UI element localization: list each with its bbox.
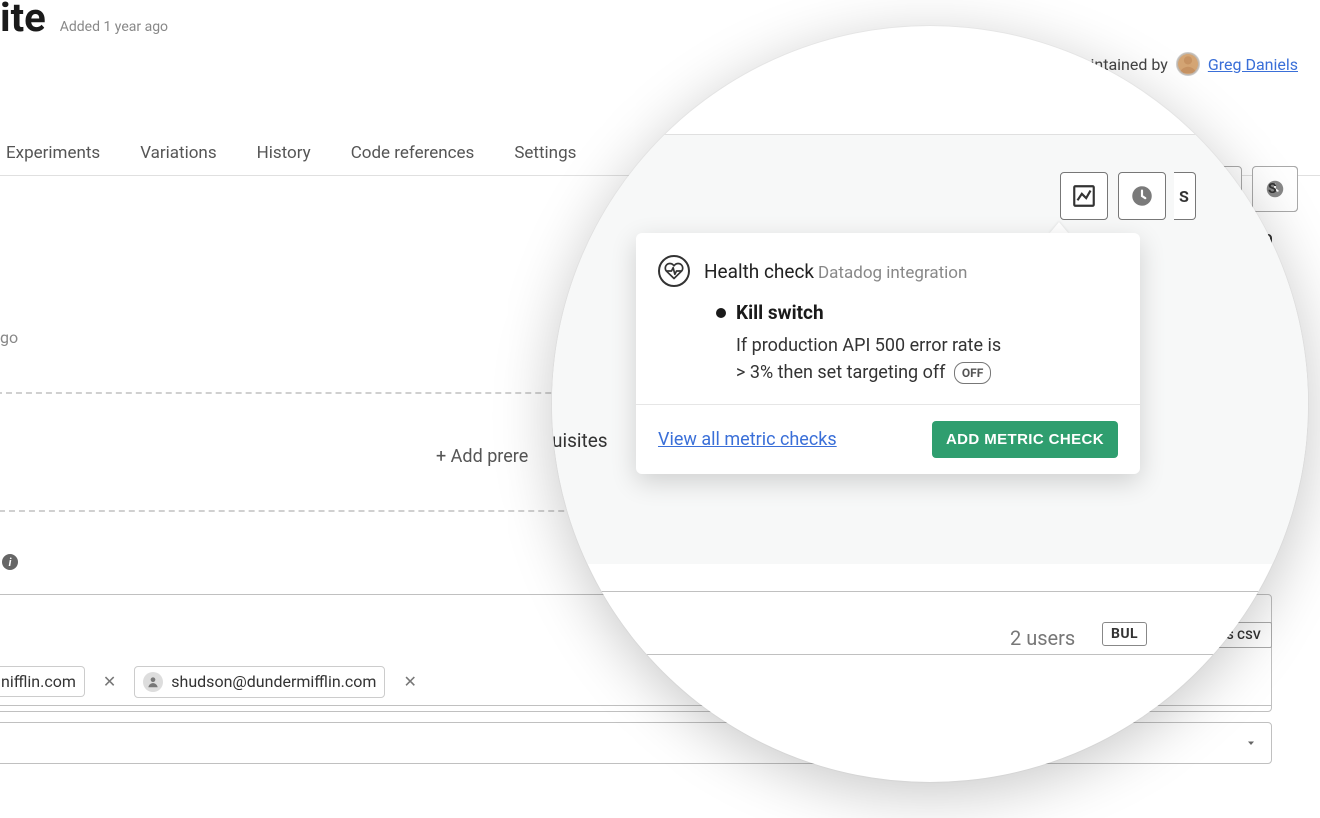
page-title-fragment: ite [0, 0, 46, 41]
info-icon[interactable]: i [2, 554, 18, 570]
chart-icon-button[interactable] [1060, 172, 1108, 220]
prerequisites-word-fragment: uisites [552, 429, 608, 452]
add-metric-check-button[interactable]: ADD METRIC CHECK [932, 421, 1118, 458]
health-check-popover: Health check Datadog integration Kill sw… [636, 233, 1140, 474]
user-chip-email-fragment: nifflin.com [1, 672, 76, 691]
kill-switch-condition: If production API 500 error rate is > 3%… [736, 332, 1118, 386]
bulk-button-fragment[interactable]: BUL [1102, 622, 1147, 646]
tab-code-references[interactable]: Code references [351, 143, 475, 163]
chip-remove-icon[interactable]: ✕ [399, 672, 420, 691]
health-check-subtitle: Datadog integration [818, 263, 967, 283]
save-button-fragment[interactable]: S [1174, 172, 1196, 220]
user-icon [143, 672, 163, 692]
user-chip[interactable]: shudson@dundermifflin.com [134, 666, 385, 698]
off-pill: OFF [954, 362, 991, 384]
kill-switch-label: Kill switch [736, 301, 824, 324]
added-text: Added 1 year ago [60, 19, 168, 35]
users-panel-border [552, 591, 1308, 655]
users-count: 2 users [1010, 626, 1075, 650]
avatar [1176, 52, 1200, 76]
health-check-title: Health check [704, 260, 814, 283]
tab-experiments[interactable]: Experiments [6, 143, 100, 163]
bullet-icon [716, 308, 726, 318]
user-chip[interactable]: nifflin.com [0, 666, 85, 697]
tab-variations[interactable]: Variations [140, 143, 216, 163]
add-prerequisites-button[interactable]: + Add prere [436, 446, 528, 467]
maintainer-link[interactable]: Greg Daniels [1208, 55, 1298, 74]
go-fragment: go [0, 328, 18, 347]
user-chip-email: shudson@dundermifflin.com [171, 672, 376, 691]
chip-remove-icon[interactable]: ✕ [99, 672, 120, 691]
magnified-view: S uisites Health check Datadog integrati… [552, 26, 1308, 782]
tab-history[interactable]: History [257, 143, 311, 163]
clock-icon-button[interactable] [1118, 172, 1166, 220]
heartbeat-icon [658, 255, 690, 287]
view-all-metric-checks-link[interactable]: View all metric checks [658, 429, 837, 450]
